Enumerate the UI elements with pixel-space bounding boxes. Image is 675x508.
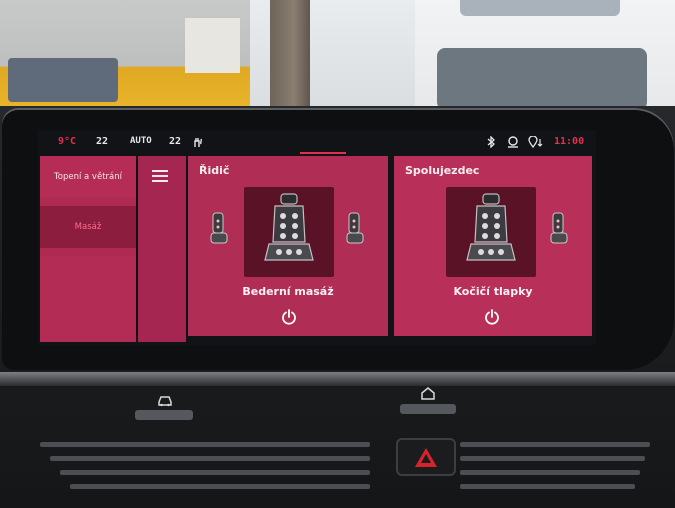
physical-button-left[interactable]: [135, 410, 193, 420]
dashboard-trim: [0, 372, 675, 386]
seat-zone-left-icon[interactable]: [208, 211, 230, 251]
sidebar-item-label: Topení a větrání: [54, 172, 122, 182]
outside-temperature: 9°C: [58, 136, 77, 147]
driver-massage-panel: Řidič Bederní masáž: [188, 156, 388, 336]
sidebar: Topení a větrání Masáž: [40, 156, 136, 342]
seat-zone-right-icon[interactable]: [548, 211, 570, 251]
air-vents: [40, 434, 655, 506]
left-temperature[interactable]: 22: [96, 136, 108, 147]
panel-title: Spolujezdec: [405, 164, 480, 177]
massage-program-label[interactable]: Bederní masáž: [188, 285, 388, 298]
climate-mode[interactable]: AUTO: [130, 136, 152, 146]
hazard-button[interactable]: [396, 438, 456, 476]
passenger-seat-image: [446, 187, 536, 277]
sidebar-item-massage[interactable]: Masáž: [40, 206, 136, 248]
sidebar-item-label: Masáž: [74, 222, 102, 232]
right-temperature[interactable]: 22: [169, 136, 181, 147]
seat-icon: [466, 193, 516, 261]
hazard-icon: [415, 447, 437, 467]
physical-button-home[interactable]: [400, 404, 456, 414]
passenger-massage-panel: Spolujezdec Kočičí tlapky: [394, 156, 592, 336]
car-icon[interactable]: [157, 392, 173, 411]
power-icon[interactable]: [484, 309, 500, 325]
infotainment-screen: 9°C 22 AUTO 22 11:00 Topení a větrání Ma…: [38, 130, 596, 345]
menu-column: [138, 156, 186, 342]
home-icon[interactable]: [421, 385, 435, 404]
power-icon[interactable]: [281, 309, 297, 325]
bluetooth-icon: [487, 135, 496, 151]
seat-icon: [264, 193, 314, 261]
seat-heat-icon[interactable]: [193, 136, 205, 148]
driver-profile-icon: [506, 136, 520, 151]
menu-icon[interactable]: [152, 170, 168, 182]
panel-title: Řidič: [199, 164, 230, 177]
location-icon: [528, 135, 544, 151]
seat-zone-right-icon[interactable]: [344, 211, 366, 251]
tab-indicator: [300, 152, 346, 154]
driver-seat-image: [244, 187, 334, 277]
massage-program-label[interactable]: Kočičí tlapky: [394, 285, 592, 298]
sidebar-item-heating-ventilation[interactable]: Topení a větrání: [40, 156, 136, 198]
clock: 11:00: [554, 136, 585, 147]
yellow-truck: [0, 0, 250, 110]
tree-trunk: [270, 0, 310, 112]
